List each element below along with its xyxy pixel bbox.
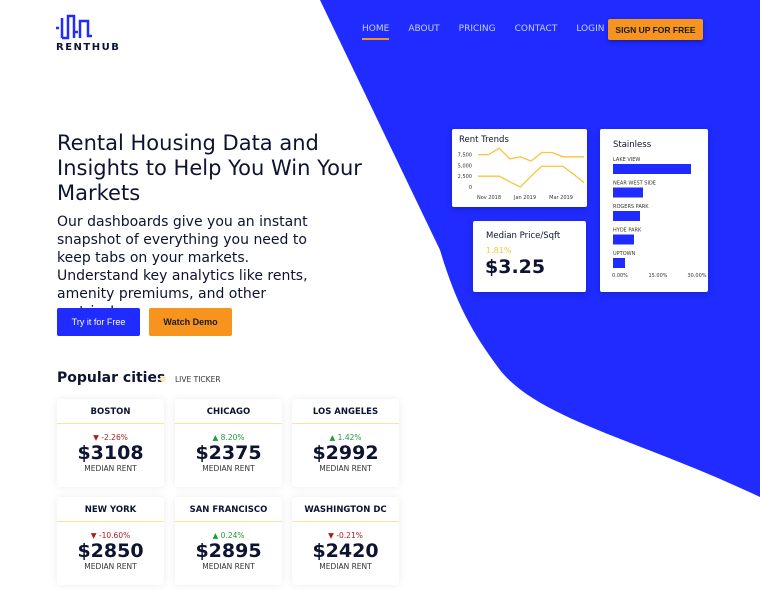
bar-category-label: NEAR WEST SIDE xyxy=(613,181,656,187)
median-rent-value: $2850 xyxy=(77,540,144,562)
x-tick-label: Mar 2019 xyxy=(549,195,573,201)
median-price-change: 1.81% xyxy=(486,246,512,255)
rent-trends-chart: 7,500 5,000 2,500 0 Nov 2018 Jan 2019 Mar 2019 xyxy=(458,147,585,201)
bar-category-label: LAKE VIEW xyxy=(613,157,640,163)
change-value: -0.21% xyxy=(336,531,363,540)
hero-title: Rental Housing Data and Insights to Help… xyxy=(57,131,362,205)
triangle-up-icon: ▲ xyxy=(212,531,219,540)
bar-category-label: UPTOWN xyxy=(613,251,636,257)
nav-pricing[interactable]: PRICING xyxy=(459,24,496,40)
city-card[interactable]: SAN FRANCISCO ▲ 0.24% $2895 MEDIAN RENT xyxy=(175,497,282,585)
x-tick-label: 0.00% xyxy=(612,273,628,279)
stainless-panel: Stainless LAKE VIEW NEAR WEST SIDE ROGERS … xyxy=(600,129,708,292)
triangle-down-icon: ▼ xyxy=(93,433,99,442)
popular-cities-title: Popular cities xyxy=(57,370,166,386)
city-name: WASHINGTON DC xyxy=(292,497,399,522)
median-rent-label: MEDIAN RENT xyxy=(84,464,137,473)
change-value: 1.42% xyxy=(337,433,362,442)
x-tick-label: 15.00% xyxy=(648,273,667,279)
stainless-chart: LAKE VIEW NEAR WEST SIDE ROGERS PARK HYDE P… xyxy=(612,157,707,279)
x-tick-label: Nov 2018 xyxy=(477,195,501,201)
median-rent-label: MEDIAN RENT xyxy=(319,464,372,473)
median-rent-value: $2420 xyxy=(312,540,379,562)
city-card[interactable]: BOSTON ▼ -2.26% $3108 MEDIAN RENT xyxy=(57,399,164,487)
bar-category-label: HYDE PARK xyxy=(613,228,642,234)
y-tick-label: 7,500 xyxy=(458,153,472,159)
rent-change: ▼ -10.60% xyxy=(57,531,164,540)
city-name: BOSTON xyxy=(57,399,164,424)
median-rent-value: $3108 xyxy=(77,442,144,464)
median-rent-value: $2375 xyxy=(195,442,262,464)
bar-category-label: ROGERS PARK xyxy=(613,204,649,210)
series-line-0 xyxy=(478,147,584,162)
city-card[interactable]: NEW YORK ▼ -10.60% $2850 MEDIAN RENT xyxy=(57,497,164,585)
city-card[interactable]: WASHINGTON DC ▼ -0.21% $2420 MEDIAN RENT xyxy=(292,497,399,585)
brand-name: RENTHUB xyxy=(56,42,121,53)
hero-subtitle: Our dashboards give you an instant snaps… xyxy=(57,214,308,320)
change-value: 0.24% xyxy=(220,531,245,540)
y-tick-label: 2,500 xyxy=(458,174,472,180)
rent-change: ▲ 0.24% xyxy=(175,531,282,540)
bar xyxy=(613,211,640,221)
triangle-up-icon: ▲ xyxy=(329,433,336,442)
try-free-button[interactable]: Try it for Free xyxy=(57,308,140,336)
bar xyxy=(613,164,691,174)
city-name: NEW YORK xyxy=(57,497,164,522)
median-rent-value: $2895 xyxy=(195,540,262,562)
city-name: SAN FRANCISCO xyxy=(175,497,282,522)
city-card[interactable]: CHICAGO ▲ 8.20% $2375 MEDIAN RENT xyxy=(175,399,282,487)
x-tick-label: 30.00% xyxy=(687,273,706,279)
bar xyxy=(613,187,643,198)
rent-change: ▲ 1.42% xyxy=(292,433,399,442)
median-price-value: $3.25 xyxy=(485,256,546,278)
rent-trends-panel: Rent Trends 7,500 5,000 2,500 0 Nov 2018 Jan … xyxy=(452,129,587,207)
live-dot-icon xyxy=(160,376,166,382)
change-value: -10.60% xyxy=(98,531,131,540)
watch-demo-button[interactable]: Watch Demo xyxy=(149,308,232,336)
city-card[interactable]: LOS ANGELES ▲ 1.42% $2992 MEDIAN RENT xyxy=(292,399,399,487)
city-name: CHICAGO xyxy=(175,399,282,424)
median-price-panel: Median Price/Sqft 1.81% $3.25 xyxy=(473,221,586,292)
median-rent-label: MEDIAN RENT xyxy=(202,464,255,473)
signup-button[interactable]: SIGN UP FOR FREE xyxy=(608,19,703,40)
main-nav: HOME ABOUT PRICING CONTACT LOGIN xyxy=(362,24,604,40)
triangle-up-icon: ▲ xyxy=(212,433,219,442)
bar xyxy=(613,234,634,245)
renthub-logo-icon xyxy=(56,14,92,40)
city-name: LOS ANGELES xyxy=(292,399,399,424)
rent-change: ▼ -0.21% xyxy=(292,531,399,540)
median-rent-value: $2992 xyxy=(312,442,379,464)
nav-login[interactable]: LOGIN xyxy=(576,24,604,40)
live-ticker-label: LIVE TICKER xyxy=(175,375,221,384)
y-tick-label: 5,000 xyxy=(458,163,472,169)
change-value: -2.26% xyxy=(101,433,128,442)
rent-change: ▼ -2.26% xyxy=(57,433,164,442)
median-price-title: Median Price/Sqft xyxy=(486,231,561,241)
change-value: 8.20% xyxy=(220,433,245,442)
nav-home[interactable]: HOME xyxy=(362,24,390,40)
median-rent-label: MEDIAN RENT xyxy=(202,562,255,571)
nav-contact[interactable]: CONTACT xyxy=(515,24,558,40)
bar xyxy=(613,258,625,268)
nav-about[interactable]: ABOUT xyxy=(408,24,439,40)
y-tick-label: 0 xyxy=(469,185,472,191)
triangle-down-icon: ▼ xyxy=(90,531,97,540)
median-rent-label: MEDIAN RENT xyxy=(319,562,372,571)
x-tick-label: Jan 2019 xyxy=(513,195,536,201)
rent-change: ▲ 8.20% xyxy=(175,433,282,442)
series-line-1 xyxy=(478,165,585,188)
triangle-down-icon: ▼ xyxy=(328,531,334,540)
median-rent-label: MEDIAN RENT xyxy=(84,562,137,571)
